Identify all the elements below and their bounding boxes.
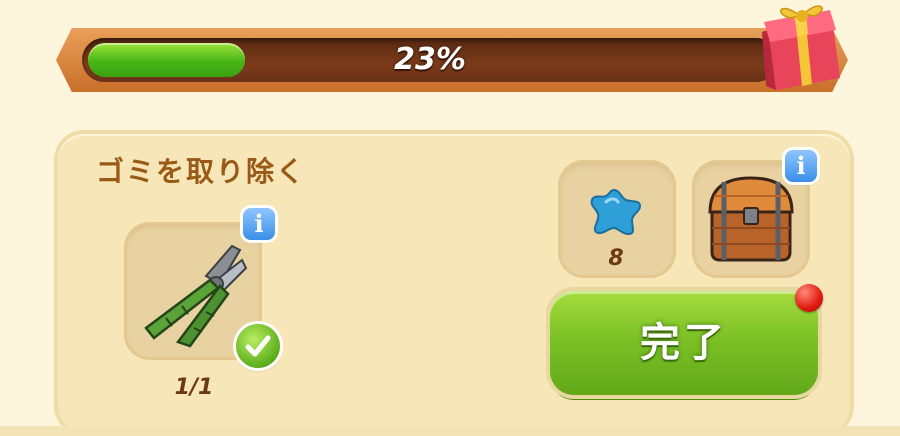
requirement-info-icon[interactable]: i (243, 208, 275, 240)
bottom-divider (0, 426, 900, 436)
progress-percent-label: 23% (394, 42, 466, 77)
requirement-count: 1/1 (174, 375, 214, 400)
task-title: ゴミを取り除く (96, 155, 307, 188)
progress-bar: 23% (82, 38, 778, 82)
blue-star-gem-icon (590, 188, 642, 236)
treasure-chest-icon (708, 176, 794, 262)
gift-box-icon[interactable] (760, 0, 844, 94)
reward-gem-count: 8 (608, 246, 624, 271)
notification-dot-icon (795, 284, 823, 312)
complete-button[interactable]: 完了 (550, 291, 818, 395)
completed-check-icon (236, 324, 280, 368)
reward-info-icon[interactable]: i (785, 150, 817, 182)
